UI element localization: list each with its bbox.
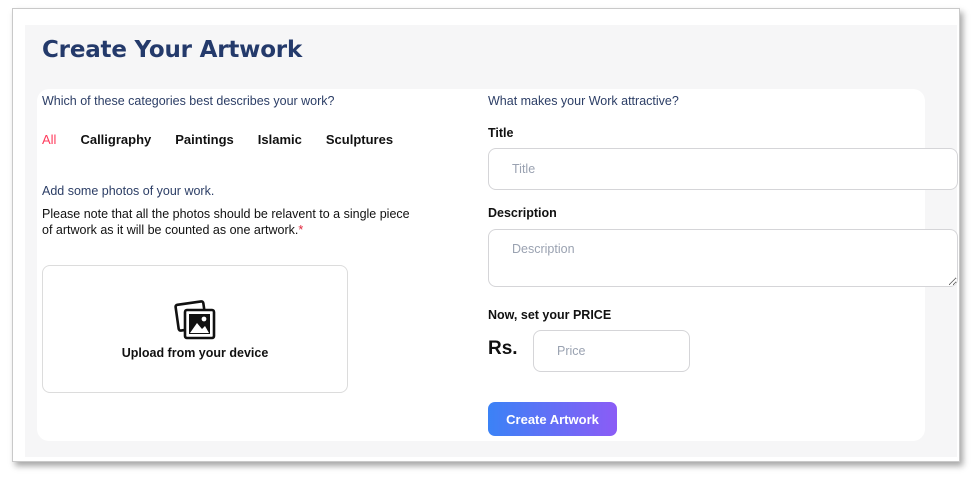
category-tab-sculptures[interactable]: Sculptures	[326, 132, 393, 147]
category-tab-paintings[interactable]: Paintings	[175, 132, 234, 147]
photos-note-text: Please note that all the photos should b…	[42, 207, 410, 237]
create-artwork-button[interactable]: Create Artwork	[488, 402, 617, 436]
price-input[interactable]	[533, 330, 690, 372]
photos-question: Add some photos of your work.	[42, 184, 215, 198]
category-tab-all[interactable]: All	[42, 132, 56, 147]
upload-label: Upload from your device	[121, 346, 269, 360]
category-question: Which of these categories best describes…	[42, 94, 335, 108]
create-artwork-panel: Create Your Artwork Which of these categ…	[25, 25, 958, 457]
description-label: Description	[488, 206, 557, 220]
currency-label: Rs.	[488, 338, 518, 359]
photos-note: Please note that all the photos should b…	[42, 206, 412, 238]
category-tab-islamic[interactable]: Islamic	[258, 132, 302, 147]
category-tabs: All Calligraphy Paintings Islamic Sculpt…	[42, 132, 393, 147]
description-textarea[interactable]	[488, 229, 958, 287]
title-input[interactable]	[488, 148, 958, 190]
price-label: Now, set your PRICE	[488, 308, 612, 322]
images-icon	[174, 300, 218, 342]
details-question: What makes your Work attractive?	[488, 94, 679, 108]
window-frame: Create Your Artwork Which of these categ…	[12, 8, 960, 462]
category-tab-calligraphy[interactable]: Calligraphy	[80, 132, 151, 147]
upload-dropzone[interactable]: Upload from your device	[42, 265, 348, 393]
title-label: Title	[488, 126, 514, 140]
required-mark: *	[298, 223, 304, 237]
page-title: Create Your Artwork	[42, 37, 303, 63]
